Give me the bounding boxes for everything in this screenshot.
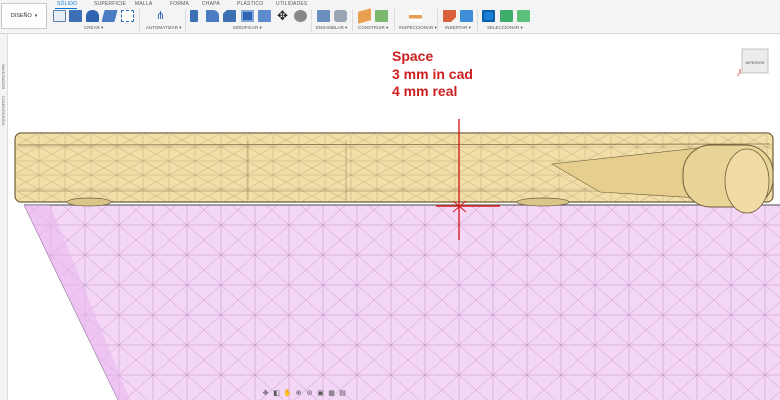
annotation-line: 3 mm in cad xyxy=(392,65,473,82)
viewports-icon[interactable]: ▤ xyxy=(338,390,347,398)
select-body-icon[interactable] xyxy=(517,10,530,22)
combine-icon[interactable] xyxy=(258,10,271,22)
select-menu[interactable]: SELECCIONAR ▾ xyxy=(487,25,523,31)
assemble-menu[interactable]: ENSAMBLAR ▾ xyxy=(316,25,347,31)
move-icon[interactable]: ✥ xyxy=(276,9,289,22)
annotation-text: Space 3 mm in cad 4 mm real xyxy=(392,48,473,101)
automate-menu[interactable]: AUTOMATIZAR ▾ xyxy=(146,25,181,31)
display-settings-icon[interactable]: ▣ xyxy=(316,390,325,398)
new-component-icon[interactable] xyxy=(53,10,66,22)
measure-icon[interactable] xyxy=(409,10,422,22)
create-menu[interactable]: CREAR ▾ xyxy=(84,25,103,31)
toolbar-divider xyxy=(185,9,186,31)
tab-utilities[interactable]: UTILIDADES xyxy=(276,1,307,7)
toolbar-divider xyxy=(437,9,438,31)
new-joint-icon[interactable] xyxy=(317,10,330,22)
axis-z-label: Z xyxy=(737,72,740,77)
pan-icon[interactable]: ✋ xyxy=(283,390,292,398)
toolbar-divider xyxy=(477,9,478,31)
active-tab-indicator xyxy=(55,8,77,9)
comments-panel-tab[interactable]: COMENTARIOS xyxy=(1,96,6,125)
navigation-bar: ✥ ◧ ✋ ⊕ ⊘ ▣ ▦ ▤ xyxy=(261,388,361,400)
offset-plane-icon[interactable] xyxy=(358,8,371,24)
chevron-down-icon: ▾ xyxy=(34,13,38,19)
toolbar-divider xyxy=(139,9,140,31)
workspace-label: DISEÑO xyxy=(10,13,32,19)
browser-panel-tab[interactable]: NAVEGADOR xyxy=(1,64,6,89)
fit-icon[interactable]: ⊘ xyxy=(305,390,314,398)
toolbar-divider xyxy=(311,9,312,31)
modify-more-icon[interactable] xyxy=(294,10,307,22)
modify-menu[interactable]: MODIFICAR ▾ xyxy=(233,25,262,31)
base-body[interactable] xyxy=(23,204,780,400)
tab-solid[interactable]: SÓLIDO xyxy=(57,1,77,7)
tab-sheet-metal[interactable]: CHAPA xyxy=(202,1,220,7)
insert-derive-icon[interactable] xyxy=(443,10,456,22)
tab-surface[interactable]: SUPERFICIE xyxy=(94,1,126,7)
viewcube-face-label[interactable]: INFERIOR xyxy=(745,60,764,65)
insert-menu[interactable]: INSERTAR ▾ xyxy=(445,25,471,31)
construct-menu[interactable]: CONSTRUIR ▾ xyxy=(358,25,388,31)
chamfer-icon[interactable] xyxy=(223,10,236,22)
sweep-icon[interactable] xyxy=(101,10,118,22)
workspace-selector[interactable]: DISEÑO ▾ xyxy=(1,3,47,29)
revolve-icon[interactable] xyxy=(86,10,99,22)
annotation-line: 4 mm real xyxy=(392,83,458,99)
toolbar: DISEÑO ▾ SÓLIDO SUPERFICIE MALLA FORMA C… xyxy=(0,0,780,34)
shell-icon[interactable] xyxy=(241,10,254,22)
select-component-icon[interactable] xyxy=(500,10,513,22)
fillet-icon[interactable] xyxy=(206,10,219,22)
tab-form[interactable]: FORMA xyxy=(170,1,189,7)
as-built-joint-icon[interactable] xyxy=(334,10,347,22)
grid-settings-icon[interactable]: ▦ xyxy=(327,390,336,398)
side-panel: NAVEGADOR COMENTARIOS xyxy=(0,34,8,400)
tan-part[interactable] xyxy=(14,132,774,214)
tab-mesh[interactable]: MALLA xyxy=(135,1,152,7)
annotation-line: Space xyxy=(392,48,434,64)
insert-image-icon[interactable] xyxy=(460,10,473,22)
orbit-icon[interactable]: ✥ xyxy=(261,390,270,398)
toolbar-divider xyxy=(394,9,395,31)
extrude-icon[interactable] xyxy=(69,10,82,22)
midplane-icon[interactable] xyxy=(375,10,388,22)
tab-plastic[interactable]: PLÁSTICO xyxy=(237,1,263,7)
automate-icon[interactable]: ⋔ xyxy=(154,10,167,22)
toolbar-divider xyxy=(352,9,353,31)
zoom-icon[interactable]: ⊕ xyxy=(294,390,303,398)
select-icon[interactable] xyxy=(482,10,495,22)
inspect-menu[interactable]: INSPECCIONAR ▾ xyxy=(399,25,437,31)
look-at-icon[interactable]: ◧ xyxy=(272,390,281,398)
press-pull-icon[interactable] xyxy=(190,10,198,22)
viewcube[interactable]: INFERIOR Z xyxy=(737,47,771,77)
create-more-icon[interactable] xyxy=(121,10,134,22)
